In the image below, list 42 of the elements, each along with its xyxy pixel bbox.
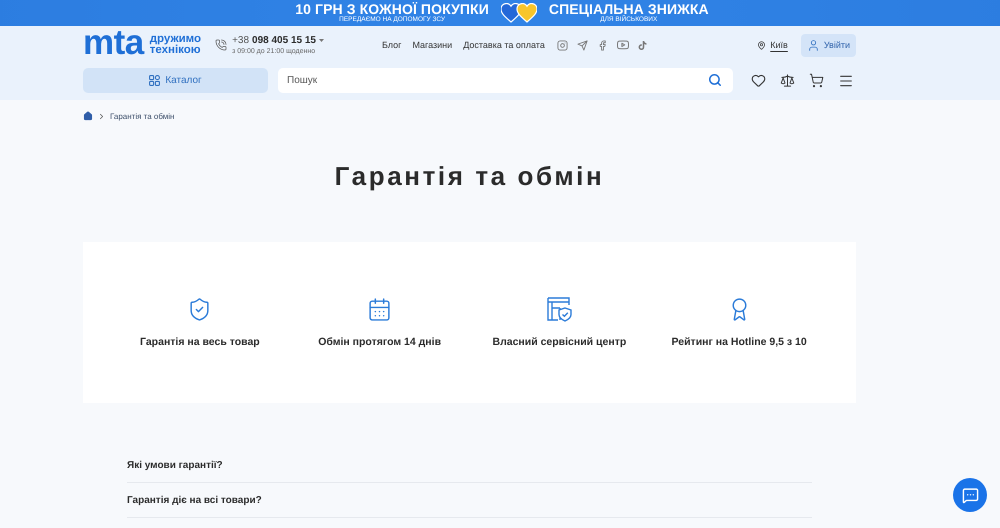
promo-title: 10 ГРН З КОЖНОЇ ПОКУПКИ [295, 2, 489, 16]
feature-label: Рейтинг на Hotline 9,5 з 10 [672, 336, 807, 348]
nav-link[interactable]: Блог [382, 40, 402, 50]
instagram-icon[interactable] [556, 40, 568, 50]
calendar-icon [367, 297, 392, 322]
promo-title: СПЕЦІАЛЬНА ЗНИЖКА [548, 2, 709, 16]
city-link[interactable]: Київ [770, 40, 788, 50]
feature-label: Гарантія на весь товар [140, 336, 260, 348]
grid-icon [149, 75, 160, 86]
faq-item[interactable]: Гарантія діє на всі товари? [127, 483, 812, 518]
search-icon [708, 73, 722, 87]
youtube-icon[interactable] [616, 39, 629, 51]
search-button[interactable] [708, 73, 722, 87]
chevron-icon [97, 112, 106, 120]
catalog-button[interactable]: Каталог [83, 68, 268, 93]
chat-icon [962, 486, 978, 504]
user-icon [806, 38, 820, 52]
page-title: Гарантія та обмін [334, 160, 606, 192]
search-field[interactable]: Пошук [278, 68, 733, 93]
caret-icon [318, 39, 324, 42]
home-icon[interactable] [83, 111, 93, 121]
heart-icon[interactable] [751, 73, 766, 88]
faq-item[interactable]: Які умови гарантії? [127, 448, 812, 483]
feature-label: Власний сервісний центр [492, 336, 626, 348]
chat-button[interactable] [953, 478, 987, 512]
breadcrumb-item: Гарантія та обмін [110, 112, 174, 120]
tiktok-icon[interactable] [638, 40, 647, 50]
nav-link[interactable]: Магазини [412, 40, 452, 50]
feature-label: Обмін протягом 14 днів [318, 336, 442, 348]
phone-number[interactable]: 098 405 15 15 [252, 36, 316, 46]
phone-icon [215, 39, 228, 51]
login-button[interactable]: Увійти [800, 34, 856, 56]
phone-code: +38 [232, 36, 250, 46]
telegram-icon[interactable] [576, 40, 588, 50]
logo-mark[interactable]: mta [83, 24, 144, 60]
nav-link[interactable]: Доставка та оплата [463, 40, 545, 50]
cart-icon[interactable] [809, 73, 824, 88]
location-pin-icon [757, 40, 766, 50]
building-shield-icon [546, 297, 572, 322]
hearts-icon [500, 3, 537, 23]
logo-tagline: дружимо технікою [150, 34, 202, 56]
scales-icon[interactable] [780, 73, 795, 88]
